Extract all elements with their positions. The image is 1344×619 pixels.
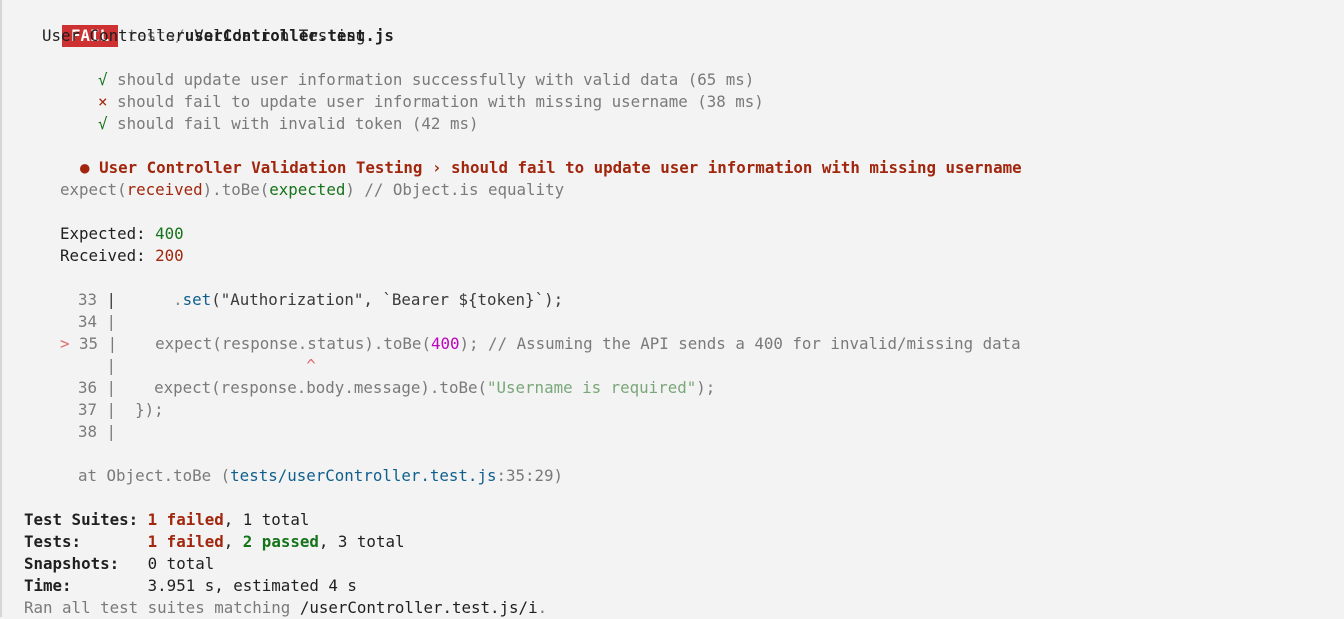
- summary-tests: Tests: 1 failed, 2 passed, 3 total: [24, 532, 405, 551]
- summary-snapshots: Snapshots: 0 total: [24, 554, 215, 573]
- test-result-row: × should fail to update user information…: [60, 69, 764, 111]
- failure-title: User Controller Validation Testing › sho…: [99, 158, 1022, 177]
- check-icon: √: [98, 114, 108, 133]
- expected-line: Expected: 400: [60, 224, 184, 243]
- code-line-33: 33 | .set("Authorization", `Bearer ${tok…: [78, 290, 564, 309]
- code-line-38: 38 |: [78, 422, 117, 441]
- matcher-line: expect(received).toBe(expected) // Objec…: [60, 180, 565, 199]
- test-result-row: √ should fail with invalid token (42 ms): [60, 91, 478, 133]
- suite-title: User Controller Validation Testing: [42, 26, 366, 45]
- stack-file-link[interactable]: tests/userController.test.js: [230, 466, 496, 485]
- summary-test-suites: Test Suites: 1 failed, 1 total: [24, 510, 310, 529]
- line-marker-icon: >: [60, 334, 70, 353]
- caret-line: | ^: [106, 356, 316, 375]
- test-result-row: √ should update user information success…: [60, 47, 754, 89]
- test-file-header: FAIL tests/userController.test.js: [24, 3, 394, 47]
- stack-trace-line: at Object.toBe (tests/userController.tes…: [78, 466, 564, 485]
- summary-ran-all: Ran all test suites matching /userContro…: [24, 598, 548, 617]
- received-line: Received: 200: [60, 246, 184, 265]
- code-line-34: 34 |: [78, 312, 117, 331]
- code-line-35: > 35 | expect(response.status).toBe(400)…: [60, 334, 1021, 353]
- test-label: should fail with invalid token (42 ms): [117, 114, 479, 133]
- code-line-36: 36 | expect(response.body.message).toBe(…: [78, 378, 716, 397]
- failure-heading: ● User Controller Validation Testing › s…: [42, 135, 1022, 177]
- summary-time: Time: 3.951 s, estimated 4 s: [24, 576, 357, 595]
- caret-marker: ^: [306, 356, 316, 375]
- bullet-icon: ●: [80, 158, 90, 177]
- expected-value: 400: [155, 224, 184, 243]
- code-line-37: 37 | });: [78, 400, 164, 419]
- terminal-output: FAIL tests/userController.test.js User C…: [0, 0, 1344, 617]
- received-value: 200: [155, 246, 184, 265]
